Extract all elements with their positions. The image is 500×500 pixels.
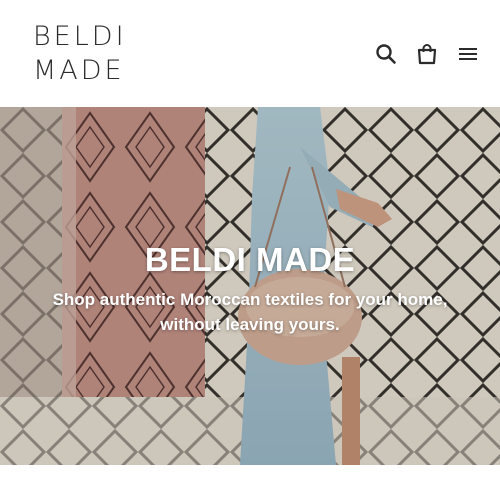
search-icon <box>376 44 396 64</box>
cart-icon <box>417 44 437 65</box>
cart-button[interactable] <box>413 40 441 68</box>
hero-overlay <box>0 107 500 465</box>
logo-line-1: BELDI <box>33 21 127 52</box>
hero-subtitle: Shop authentic Moroccan textiles for you… <box>52 290 448 334</box>
hero-banner: BELDI MADE Shop authentic Moroccan texti… <box>0 107 500 465</box>
below-hero <box>0 465 500 500</box>
logo-line-2: MADE <box>33 55 125 86</box>
site-logo[interactable]: BELDI MADE <box>33 20 127 88</box>
header-icons <box>359 40 482 68</box>
menu-button[interactable] <box>454 40 482 68</box>
site-header: BELDI MADE <box>0 0 500 107</box>
menu-icon <box>459 48 477 60</box>
hero-title: BELDI MADE <box>144 241 356 278</box>
search-button[interactable] <box>372 40 400 68</box>
